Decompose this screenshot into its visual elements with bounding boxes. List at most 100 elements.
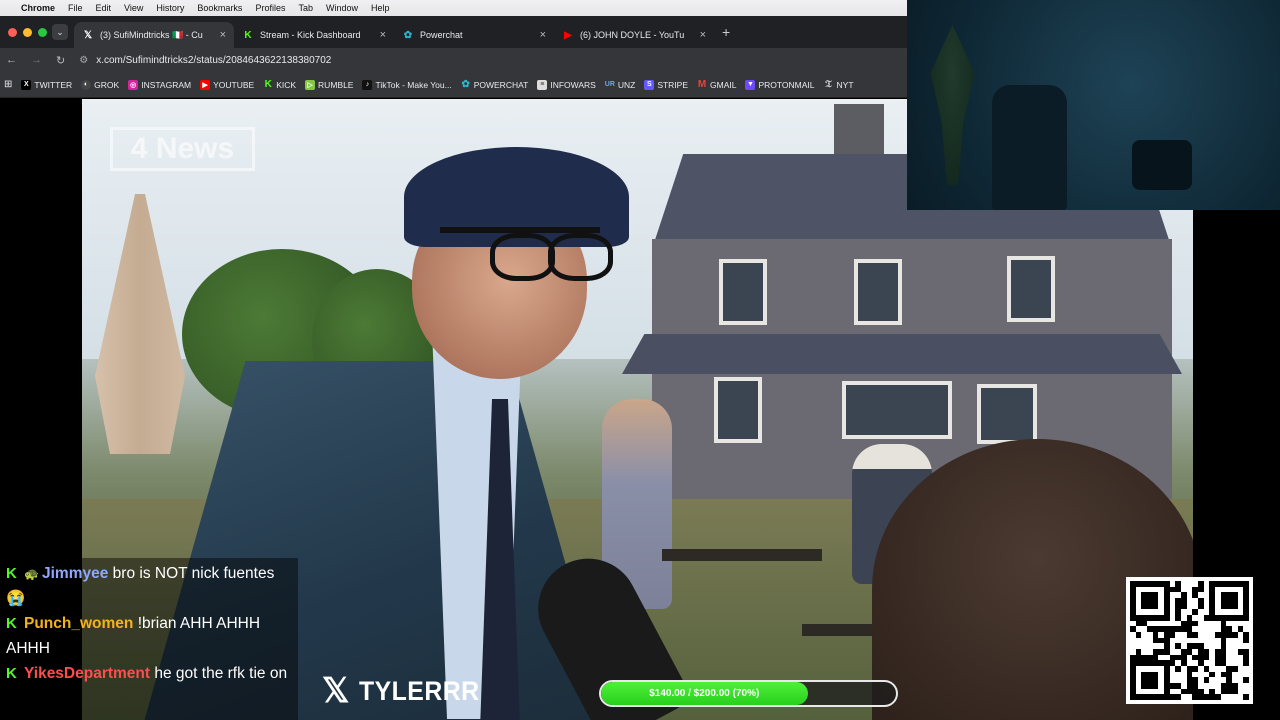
- bookmark-infowars[interactable]: ≡ INFOWARS: [537, 79, 596, 90]
- video-bench: [662, 549, 822, 561]
- bookmark-label: POWERCHAT: [473, 79, 529, 90]
- chat-username: YikesDepartment: [24, 665, 151, 682]
- apps-grid-icon[interactable]: ⊞: [4, 79, 12, 90]
- bookmarks-bar: ⊞ X TWITTER ◐ GROK ◎ INSTAGRAM ▶ YOUTUBE K KI…: [0, 72, 907, 98]
- x-logo-icon: 𝕏: [322, 672, 350, 710]
- back-arrow-icon[interactable]: ←: [6, 54, 17, 66]
- qr-code: [1126, 577, 1253, 704]
- site-info-icon[interactable]: ⚙: [79, 55, 88, 66]
- bookmark-stripe[interactable]: S STRIPE: [644, 79, 689, 90]
- video-window: [719, 259, 767, 325]
- menu-history[interactable]: History: [156, 3, 184, 13]
- tab-title: Powerchat: [420, 30, 463, 40]
- bookmark-label: KICK: [276, 79, 297, 90]
- video-window: [714, 377, 762, 443]
- menu-help[interactable]: Help: [371, 3, 390, 13]
- bookmark-gmail[interactable]: M GMAIL: [697, 79, 737, 90]
- bookmark-tiktok[interactable]: ♪ TikTok - Make You...: [362, 79, 452, 90]
- video-subject-glasses: [440, 227, 613, 281]
- chat-overlay: K 🐢 Jimmyee bro is NOT nick fuentes 😭 K Pun…: [0, 558, 298, 720]
- bookmark-rumble[interactable]: ▷ RUMBLE: [305, 79, 354, 90]
- proton-icon: ▼: [745, 79, 756, 90]
- menu-window[interactable]: Window: [326, 3, 358, 13]
- tab-powerchat[interactable]: ✿ Powerchat ×: [394, 22, 554, 48]
- kick-icon: K: [6, 565, 17, 582]
- bookmark-unz[interactable]: UR UNZ: [604, 79, 636, 90]
- menu-edit[interactable]: Edit: [96, 3, 112, 13]
- tab-title: (3) SufiMindtricks 🇮🇹 - Cu: [100, 29, 203, 40]
- bookmark-grok[interactable]: ◐ GROK: [81, 79, 120, 90]
- screen: Chrome File Edit View History Bookmarks …: [0, 0, 1280, 720]
- window-controls: [0, 27, 52, 37]
- bookmark-label: TikTok - Make You...: [375, 79, 452, 90]
- webcam-plant: [930, 25, 975, 185]
- donation-goal-bar: $140.00 / $200.00 (70%): [599, 680, 898, 707]
- bookmark-instagram[interactable]: ◎ INSTAGRAM: [128, 79, 192, 90]
- close-tab-icon[interactable]: ×: [700, 29, 706, 41]
- menu-tab[interactable]: Tab: [298, 3, 313, 13]
- kick-icon: K: [6, 615, 17, 632]
- bookmark-label: UNZ: [617, 79, 636, 90]
- close-tab-icon[interactable]: ×: [380, 29, 386, 41]
- bookmark-kick[interactable]: K KICK: [263, 79, 297, 90]
- chat-message: K YikesDepartment he got the rfk tie on: [6, 661, 292, 686]
- goal-progress-text: $140.00 / $200.00 (70%): [649, 688, 760, 699]
- x-icon: 𝕏: [83, 29, 93, 41]
- bookmark-youtube[interactable]: ▶ YOUTUBE: [200, 79, 254, 90]
- close-window-button[interactable]: [8, 27, 17, 37]
- tab-x-post[interactable]: 𝕏 (3) SufiMindtricks 🇮🇹 - Cu ×: [74, 22, 234, 48]
- youtube-icon: ▶: [564, 29, 572, 41]
- powerchat-icon: ✿: [403, 29, 413, 41]
- bookmark-protonmail[interactable]: ▼ PROTONMAIL: [745, 79, 815, 90]
- bookmark-label: GMAIL: [710, 79, 737, 90]
- menu-view[interactable]: View: [124, 3, 143, 13]
- kick-icon: K: [244, 29, 252, 41]
- bookmark-label: NYT: [836, 79, 854, 90]
- bookmark-label: GROK: [94, 79, 120, 90]
- youtube-icon: ▶: [200, 79, 211, 90]
- bookmark-label: RUMBLE: [318, 79, 354, 90]
- instagram-icon: ◎: [128, 79, 139, 90]
- kick-icon: K: [264, 79, 272, 90]
- qr-module: [1243, 694, 1249, 700]
- menu-bookmarks[interactable]: Bookmarks: [197, 3, 242, 13]
- menu-profiles[interactable]: Profiles: [255, 3, 285, 13]
- x-icon: X: [21, 79, 32, 90]
- new-tab-button[interactable]: +: [722, 24, 730, 40]
- x-handle-overlay: 𝕏 TYLERRR: [322, 674, 490, 708]
- powerchat-icon: ✿: [461, 79, 470, 90]
- tab-youtube[interactable]: ▶ (6) JOHN DOYLE - YouTu ×: [554, 22, 714, 48]
- url-text[interactable]: x.com/Sufimindtricks2/status/20846436221…: [96, 55, 331, 66]
- bookmark-nyt[interactable]: 𝔗 NYT: [824, 79, 854, 90]
- close-tab-icon[interactable]: ×: [220, 29, 226, 41]
- video-watermark-logo: 4 News: [110, 127, 255, 171]
- forward-arrow-icon[interactable]: →: [31, 54, 42, 66]
- zoom-window-button[interactable]: [38, 27, 47, 37]
- gmail-icon: M: [697, 79, 707, 90]
- video-window: [842, 381, 952, 439]
- tiktok-icon: ♪: [362, 79, 373, 90]
- bookmark-label: TWITTER: [34, 79, 73, 90]
- tab-search-chevron-icon[interactable]: ⌄: [52, 24, 68, 40]
- bookmark-label: INSTAGRAM: [141, 79, 192, 90]
- reload-icon[interactable]: ↻: [56, 54, 65, 67]
- video-window: [854, 259, 902, 325]
- watermark-text: 4 News: [130, 132, 235, 165]
- menu-file[interactable]: File: [68, 3, 83, 13]
- bookmark-twitter[interactable]: X TWITTER: [21, 79, 73, 90]
- infowars-icon: ≡: [537, 79, 548, 90]
- bookmark-powerchat[interactable]: ✿ POWERCHAT: [461, 79, 529, 90]
- kick-icon: K: [6, 665, 17, 682]
- menu-app-name[interactable]: Chrome: [21, 3, 55, 13]
- unz-icon: UR: [604, 81, 615, 88]
- bookmark-label: STRIPE: [657, 79, 689, 90]
- bookmark-label: INFOWARS: [550, 79, 596, 90]
- close-tab-icon[interactable]: ×: [540, 29, 546, 41]
- tab-title: (6) JOHN DOYLE - YouTu: [580, 30, 685, 40]
- minimize-window-button[interactable]: [23, 27, 32, 37]
- omnibox[interactable]: ⚙ x.com/Sufimindtricks2/status/208464362…: [79, 55, 331, 66]
- tab-kick-dashboard[interactable]: K Stream - Kick Dashboard ×: [234, 22, 394, 48]
- grok-icon: ◐: [81, 79, 92, 90]
- video-porch-roof: [622, 334, 1182, 374]
- chat-username: Jimmyee: [42, 565, 109, 582]
